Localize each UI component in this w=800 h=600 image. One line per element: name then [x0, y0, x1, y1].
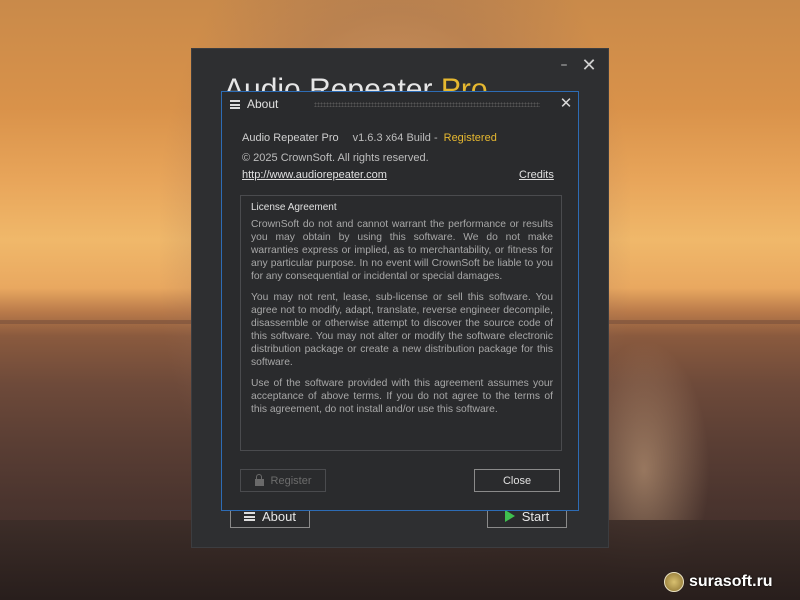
register-button-label: Register — [270, 474, 312, 487]
close-button[interactable]: Close — [474, 469, 560, 492]
menu-icon — [230, 99, 240, 109]
product-name: Audio Repeater Pro — [242, 132, 339, 144]
minimize-button[interactable]: – — [556, 57, 572, 73]
about-titlebar[interactable]: About ✕ — [222, 92, 578, 116]
close-button-label: Close — [502, 474, 532, 487]
main-close-button[interactable]: ✕ — [580, 57, 598, 75]
about-close-x-button[interactable]: ✕ — [558, 95, 574, 111]
license-heading: License Agreement — [251, 202, 337, 213]
lock-icon — [254, 473, 264, 486]
copyright-text: © 2025 CrownSoft. All rights reserved. — [242, 152, 429, 164]
titlebar-grip — [314, 102, 540, 107]
watermark: surasoft.ru — [664, 572, 773, 592]
license-paragraph: Use of the software provided with this a… — [251, 378, 553, 415]
seal-icon — [664, 572, 684, 592]
product-info-row: Audio Repeater Pro v1.6.3 x64 Build - Re… — [242, 132, 497, 144]
license-paragraph: CrownSoft do not and cannot warrant the … — [251, 219, 553, 282]
license-agreement-box[interactable]: License Agreement CrownSoft do not and c… — [240, 195, 562, 451]
product-version: v1.6.3 x64 Build - — [352, 132, 438, 144]
website-link[interactable]: http://www.audiorepeater.com — [242, 169, 387, 181]
watermark-text: surasoft.ru — [689, 573, 773, 590]
registration-status: Registered — [443, 132, 497, 144]
register-button[interactable]: Register — [240, 469, 326, 492]
about-dialog: About ✕ Audio Repeater Pro v1.6.3 x64 Bu… — [221, 91, 579, 511]
about-dialog-title: About — [247, 97, 279, 111]
credits-link[interactable]: Credits — [519, 169, 554, 181]
play-icon — [504, 510, 515, 522]
license-paragraph: You may not rent, lease, sub-license or … — [251, 292, 553, 368]
menu-icon — [244, 511, 255, 521]
